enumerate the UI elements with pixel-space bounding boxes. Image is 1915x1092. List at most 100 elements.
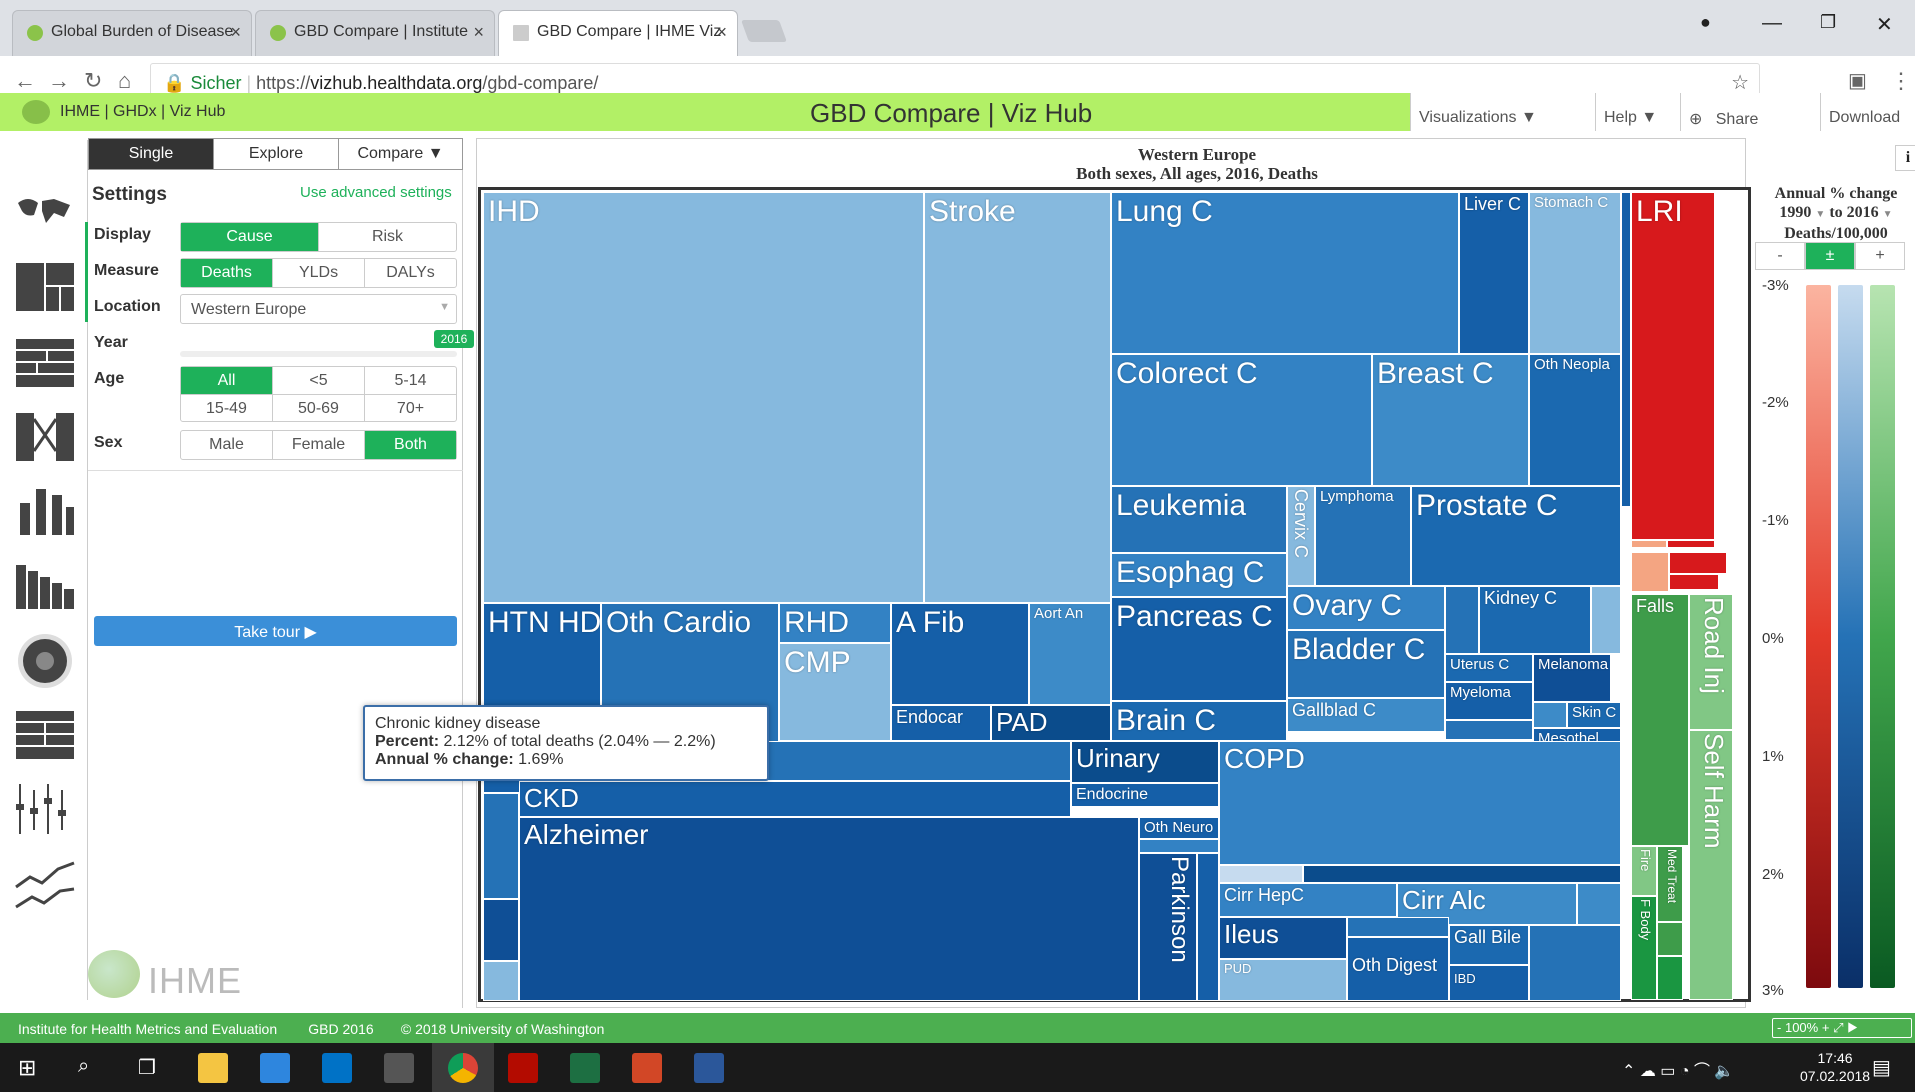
reload-icon[interactable]: ↻ xyxy=(84,68,102,94)
cell-cirrhosis-hepc[interactable]: Cirr HepC xyxy=(1219,883,1397,917)
minimize-icon[interactable]: — xyxy=(1762,12,1782,35)
cell-small-resp-b[interactable] xyxy=(1303,865,1621,883)
play-icon[interactable]: ▶ xyxy=(1847,1020,1857,1035)
file-explorer-icon[interactable] xyxy=(198,1053,228,1083)
dalys-button[interactable]: DALYs xyxy=(365,259,456,287)
chrome-icon[interactable] xyxy=(448,1053,478,1083)
legend-start-year[interactable]: 1990 xyxy=(1779,204,1811,221)
header-links[interactable]: IHME | GHDx | Viz Hub xyxy=(60,103,225,121)
close-icon[interactable]: × xyxy=(716,22,727,43)
cell-medical-treatment[interactable]: Med Treat xyxy=(1657,846,1683,922)
cell-myeloma[interactable]: Myeloma xyxy=(1445,682,1533,720)
task-view-icon[interactable]: ❐ xyxy=(138,1055,156,1080)
powerpoint-icon[interactable] xyxy=(632,1053,662,1083)
cell-small-comm-c[interactable] xyxy=(1631,552,1669,592)
cell-endocarditis[interactable]: Endocar xyxy=(891,705,991,741)
cell-parkinson[interactable]: Parkinson xyxy=(1139,853,1197,1001)
line-chart-icon[interactable] xyxy=(14,856,76,914)
excel-icon[interactable] xyxy=(570,1053,600,1083)
fullscreen-icon[interactable]: ⤢ xyxy=(1833,1020,1843,1035)
female-button[interactable]: Female xyxy=(273,431,365,459)
cell-urinary[interactable]: Urinary xyxy=(1071,741,1219,783)
cell-stroke[interactable]: Stroke xyxy=(924,192,1111,603)
extension-icon[interactable]: ▣ xyxy=(1848,68,1867,93)
close-icon[interactable]: × xyxy=(473,22,484,43)
forward-icon[interactable]: → xyxy=(48,68,70,94)
heatmap-table-icon[interactable] xyxy=(14,706,76,764)
treemap-icon[interactable] xyxy=(14,258,76,316)
word-icon[interactable] xyxy=(694,1053,724,1083)
cell-bladder-cancer[interactable]: Bladder C xyxy=(1287,630,1445,698)
cell-fire[interactable]: Fire xyxy=(1631,846,1657,896)
year-slider-handle[interactable]: 2016 xyxy=(434,330,474,348)
ylds-button[interactable]: YLDs xyxy=(273,259,365,287)
risk-button[interactable]: Risk xyxy=(319,223,456,251)
cell-prostate-cancer[interactable]: Prostate C xyxy=(1411,486,1621,586)
cell-ibd[interactable]: IBD xyxy=(1449,965,1529,1001)
both-button[interactable]: Both xyxy=(365,431,456,459)
cell-small-digest-b[interactable] xyxy=(1347,917,1449,937)
cell-lri[interactable]: LRI xyxy=(1631,192,1715,540)
cell-melanoma[interactable]: Melanoma xyxy=(1533,654,1611,702)
cell-falls[interactable]: Falls xyxy=(1631,594,1689,846)
arrow-diagram-icon[interactable] xyxy=(14,408,76,466)
footer-gbd[interactable]: GBD 2016 xyxy=(308,1021,373,1037)
cell-rhd[interactable]: RHD xyxy=(779,603,891,643)
help-menu[interactable]: Help ▼ xyxy=(1595,93,1680,131)
zoom-in-icon[interactable]: + xyxy=(1822,1020,1830,1035)
cell-gallbladder-cancer[interactable]: Gallblad C xyxy=(1287,698,1445,732)
window-close-icon[interactable]: ✕ xyxy=(1876,12,1893,37)
bookmark-star-icon[interactable]: ☆ xyxy=(1731,70,1749,95)
cell-gallbladder-bile[interactable]: Gall Bile xyxy=(1449,925,1529,965)
cell-ihd[interactable]: IHD xyxy=(483,192,924,603)
cell-small-comm-b[interactable] xyxy=(1667,540,1715,548)
cell-self-harm[interactable]: Self Harm xyxy=(1689,730,1733,1000)
system-tray-icons[interactable]: ⌃ ☁ ▭ ◔ ⌒ 🔈 xyxy=(1622,1057,1734,1081)
cell-lymphoma[interactable]: Lymphoma xyxy=(1315,486,1411,586)
visualizations-menu[interactable]: Visualizations ▼ xyxy=(1410,93,1595,131)
age-5-14-button[interactable]: 5-14 xyxy=(365,367,456,395)
cell-esophageal-cancer[interactable]: Esophag C xyxy=(1111,553,1287,597)
location-select[interactable]: Western Europe ▼ xyxy=(180,294,457,324)
profile-icon[interactable]: ● xyxy=(1700,12,1711,33)
stacked-treemap-icon[interactable] xyxy=(14,334,76,392)
cell-small-cancer-b[interactable] xyxy=(1591,586,1621,654)
back-icon[interactable]: ← xyxy=(14,68,36,94)
search-icon[interactable]: ⌕ xyxy=(78,1055,89,1078)
cell-small-digest-a[interactable] xyxy=(1577,883,1621,925)
download-menu[interactable]: Download xyxy=(1820,93,1915,131)
world-map-icon[interactable] xyxy=(14,184,76,242)
bar-chart-icon[interactable] xyxy=(14,556,76,614)
browser-tab-3[interactable]: GBD Compare | IHME Viz × xyxy=(498,10,738,56)
cell-small-inj-a[interactable] xyxy=(1657,922,1683,956)
take-tour-button[interactable]: Take tour ▶ xyxy=(94,616,457,646)
tab-single[interactable]: Single xyxy=(89,139,214,169)
cell-small-digest-c[interactable] xyxy=(1529,925,1621,1001)
legend-minus-button[interactable]: - xyxy=(1755,242,1805,270)
acrobat-icon[interactable] xyxy=(508,1053,538,1083)
cell-small-other-a[interactable] xyxy=(483,793,519,899)
cell-cmp[interactable]: CMP xyxy=(779,643,891,741)
legend-plusminus-button[interactable]: ± xyxy=(1805,242,1855,270)
cell-small-cancer-d[interactable] xyxy=(1445,720,1533,740)
browser-tab-2[interactable]: GBD Compare | Institute × xyxy=(255,10,495,56)
restore-icon[interactable]: ❐ xyxy=(1820,12,1836,33)
cell-brain-cancer[interactable]: Brain C xyxy=(1111,701,1287,741)
cell-colorectal-cancer[interactable]: Colorect C xyxy=(1111,354,1372,486)
calculator-icon[interactable] xyxy=(384,1053,414,1083)
outlook-icon[interactable] xyxy=(322,1053,352,1083)
advanced-settings-link[interactable]: Use advanced settings xyxy=(300,184,452,201)
footer-org[interactable]: Institute for Health Metrics and Evaluat… xyxy=(18,1021,277,1037)
cell-aortic-aneurysm[interactable]: Aort An xyxy=(1029,603,1111,705)
cell-uterus-cancer[interactable]: Uterus C xyxy=(1445,654,1533,682)
cell-liver-cancer[interactable]: Liver C xyxy=(1459,192,1529,354)
contacts-app-icon[interactable] xyxy=(260,1053,290,1083)
chrome-menu-icon[interactable]: ⋮ xyxy=(1890,68,1912,94)
cell-alzheimer[interactable]: Alzheimer xyxy=(519,817,1139,1001)
cell-small-other-b[interactable] xyxy=(483,899,519,961)
male-button[interactable]: Male xyxy=(181,431,273,459)
cell-small-neuro[interactable] xyxy=(1139,839,1219,853)
sunburst-icon[interactable] xyxy=(14,632,76,690)
age-under5-button[interactable]: <5 xyxy=(273,367,365,395)
cell-endocrine[interactable]: Endocrine xyxy=(1071,783,1219,807)
